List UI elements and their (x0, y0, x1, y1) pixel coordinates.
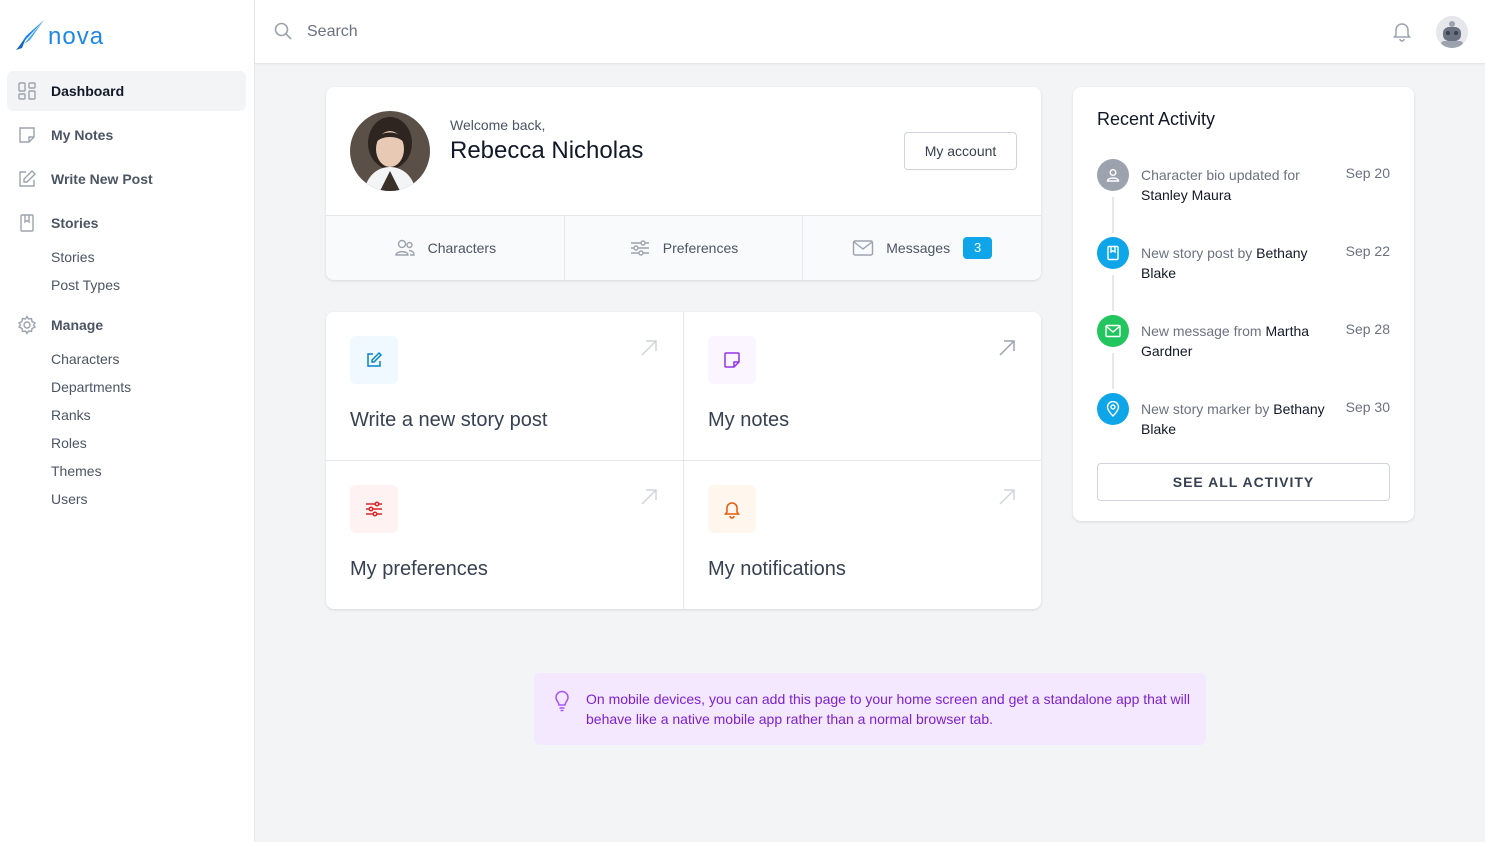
tip-text: On mobile devices, you can add this page… (586, 691, 1190, 727)
quick-link-write-story-post[interactable]: Write a new story post (326, 312, 684, 461)
quick-links-grid: Write a new story post My notes My prefe… (326, 312, 1041, 609)
activity-item[interactable]: New story marker by Bethany Blake Sep 30 (1097, 393, 1390, 471)
tile-label: My notes (708, 409, 790, 431)
quick-link-my-notifications[interactable]: My notifications (684, 461, 1041, 609)
tab-messages[interactable]: Messages 3 (803, 216, 1041, 280)
profile-photo (350, 111, 430, 191)
location-pin-icon (1097, 393, 1129, 425)
welcome-greeting: Welcome back, (450, 117, 546, 133)
users-icon (394, 238, 416, 258)
notifications-bell-icon[interactable] (1391, 20, 1413, 47)
user-icon (1097, 159, 1129, 191)
timeline-connector (1112, 353, 1114, 389)
pencil-square-icon (350, 336, 398, 384)
envelope-icon (852, 239, 874, 257)
sidebar-subitem-stories[interactable]: Stories (51, 243, 246, 271)
tab-preferences[interactable]: Preferences (565, 216, 804, 280)
sliders-icon (629, 238, 651, 258)
sliders-icon (350, 485, 398, 533)
sidebar-subitem-departments[interactable]: Departments (51, 373, 246, 401)
recent-activity-title: Recent Activity (1097, 109, 1216, 129)
sidebar-item-write-new-post[interactable]: Write New Post (7, 159, 246, 199)
sidebar-item-label: Write New Post (51, 171, 153, 187)
app-name: nova (48, 23, 105, 50)
sidebar-item-label: Manage (51, 317, 104, 333)
book-icon (17, 213, 37, 233)
pencil-square-icon (17, 169, 37, 189)
note-icon (17, 125, 37, 145)
tile-label: Write a new story post (350, 409, 548, 431)
activity-date: Sep 20 (1345, 165, 1390, 181)
see-all-activity-button[interactable]: SEE ALL ACTIVITY (1097, 463, 1390, 501)
timeline-connector (1112, 197, 1114, 233)
sidebar-item-label: Dashboard (51, 83, 125, 99)
tile-label: My preferences (350, 558, 488, 580)
activity-item[interactable]: New story post by Bethany Blake Sep 22 (1097, 237, 1390, 315)
gear-icon (17, 315, 37, 335)
sidebar-item-my-notes[interactable]: My Notes (7, 115, 246, 155)
tip-banner: On mobile devices, you can add this page… (534, 673, 1206, 745)
my-account-button[interactable]: My account (904, 132, 1017, 170)
note-icon (708, 336, 756, 384)
sidebar-subitem-characters[interactable]: Characters (51, 345, 246, 373)
recent-activity-card: Recent Activity Character bio updated fo… (1073, 87, 1414, 521)
tab-characters[interactable]: Characters (326, 216, 565, 280)
arrow-up-right-icon (997, 338, 1017, 363)
tab-label: Messages (886, 240, 951, 256)
sidebar-subitem-ranks[interactable]: Ranks (51, 401, 246, 429)
timeline-connector (1112, 275, 1114, 311)
sidebar-item-dashboard[interactable]: Dashboard (7, 71, 246, 111)
activity-item[interactable]: New message from Martha Gardner Sep 28 (1097, 315, 1390, 393)
sidebar-subitem-post-types[interactable]: Post Types (51, 271, 246, 299)
top-bar (255, 0, 1485, 64)
manage-submenu: Characters Departments Ranks Roles Theme… (7, 345, 246, 513)
envelope-icon (1097, 315, 1129, 347)
activity-subject: Stanley Maura (1141, 187, 1232, 203)
activity-date: Sep 28 (1345, 321, 1390, 337)
sidebar-item-stories[interactable]: Stories (7, 203, 246, 243)
book-icon (1097, 237, 1129, 269)
sidebar-subitem-users[interactable]: Users (51, 485, 246, 513)
search-input[interactable] (307, 18, 907, 46)
activity-text: Character bio updated for Stanley Maura (1141, 167, 1300, 203)
activity-text: New story post by Bethany Blake (1141, 245, 1308, 281)
sidebar: nova Dashboard My Notes Write New Post S… (0, 0, 255, 842)
welcome-tabs: Characters Preferences Messages 3 (326, 215, 1041, 280)
arrow-up-right-icon (639, 338, 659, 363)
user-avatar[interactable] (1436, 16, 1468, 48)
nova-logo-icon (16, 20, 44, 50)
sidebar-nav: Dashboard My Notes Write New Post Storie… (7, 71, 246, 513)
lightbulb-icon (552, 690, 572, 717)
tile-label: My notifications (708, 558, 846, 580)
sidebar-subitem-themes[interactable]: Themes (51, 457, 246, 485)
sidebar-item-manage[interactable]: Manage (7, 305, 246, 345)
arrow-up-right-icon (997, 487, 1017, 512)
messages-count-badge: 3 (963, 237, 993, 259)
sidebar-item-label: My Notes (51, 127, 114, 143)
activity-item[interactable]: Character bio updated for Stanley Maura … (1097, 159, 1390, 237)
activity-list: Character bio updated for Stanley Maura … (1097, 159, 1390, 471)
activity-text: New story marker by Bethany Blake (1141, 401, 1325, 437)
user-name: Rebecca Nicholas (450, 137, 644, 164)
arrow-up-right-icon (639, 487, 659, 512)
tab-label: Characters (427, 240, 497, 256)
quick-link-my-preferences[interactable]: My preferences (326, 461, 684, 609)
activity-date: Sep 22 (1345, 243, 1390, 259)
tab-label: Preferences (662, 240, 739, 256)
activity-date: Sep 30 (1345, 399, 1390, 415)
sidebar-subitem-roles[interactable]: Roles (51, 429, 246, 457)
sidebar-item-label: Stories (51, 215, 99, 231)
activity-text: New message from Martha Gardner (1141, 323, 1310, 359)
welcome-card: Welcome back, Rebecca Nicholas My accoun… (326, 87, 1041, 280)
search-icon (273, 21, 293, 46)
quick-link-my-notes[interactable]: My notes (684, 312, 1041, 461)
nova-logo[interactable]: nova (14, 18, 104, 52)
grid-icon (17, 81, 37, 101)
stories-submenu: Stories Post Types (7, 243, 246, 299)
bell-icon (708, 485, 756, 533)
